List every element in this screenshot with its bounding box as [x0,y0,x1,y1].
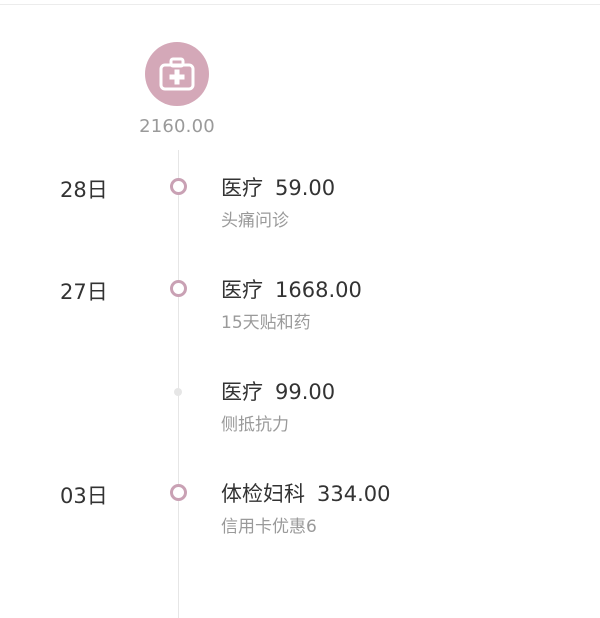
medical-kit-icon[interactable] [145,42,209,106]
entry-note: 头痛问诊 [221,211,289,231]
entry-amount: 1668.00 [275,278,362,302]
timeline-node-minor [174,388,182,396]
entry-title: 医疗 99.00 [221,376,335,406]
entry-amount: 334.00 [317,482,391,506]
entry-category: 医疗 [221,380,263,404]
timeline-node [170,484,187,501]
entry-title: 医疗 59.00 [221,172,335,202]
entry-amount: 99.00 [275,380,336,404]
entry-date: 27日 [60,280,108,304]
entry-amount: 59.00 [275,176,336,200]
timeline-node [170,178,187,195]
timeline-entry[interactable]: 医疗 99.00 侧抵抗力 [0,378,600,448]
category-summary: 2160.00 [137,42,217,137]
entry-category: 医疗 [221,176,263,200]
entry-note: 15天贴和药 [221,313,311,333]
entry-category: 体检妇科 [221,482,305,506]
timeline-node [170,280,187,297]
timeline-entry[interactable]: 27日 医疗 1668.00 15天贴和药 [0,276,600,346]
entry-category: 医疗 [221,278,263,302]
entry-date: 28日 [60,178,108,202]
entry-note: 侧抵抗力 [221,415,289,435]
entry-title: 医疗 1668.00 [221,274,362,304]
entry-date: 03日 [60,484,108,508]
entry-note: 信用卡优惠6 [221,517,317,537]
timeline-entry[interactable]: 28日 医疗 59.00 头痛问诊 [0,174,600,244]
category-total: 2160.00 [139,116,215,137]
top-divider [0,0,600,5]
entry-title: 体检妇科 334.00 [221,478,390,508]
timeline-entry[interactable]: 03日 体检妇科 334.00 信用卡优惠6 [0,480,600,550]
